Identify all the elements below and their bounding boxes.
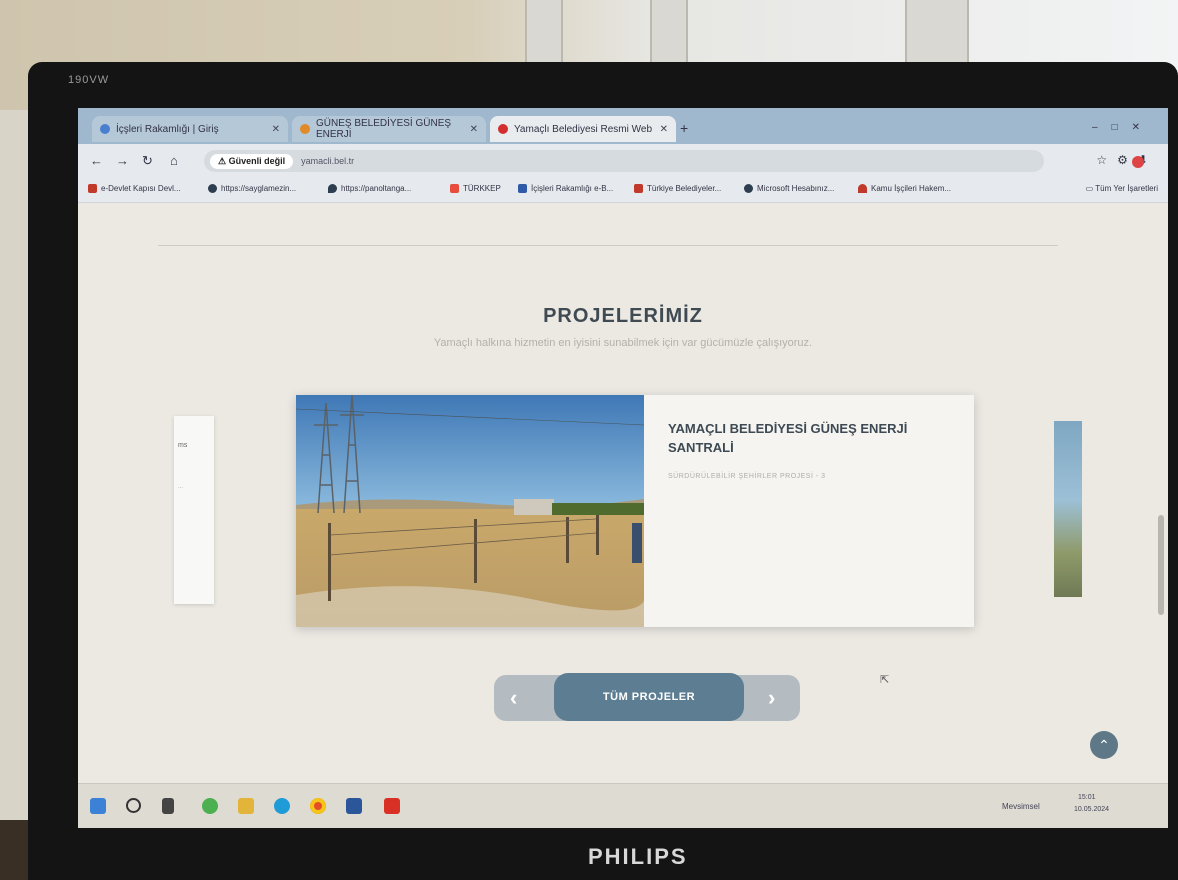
tray-date[interactable]: 10.05.2024	[1074, 806, 1109, 813]
bookmark-label: https://panoltanga...	[341, 184, 412, 193]
tab-favicon-icon	[100, 124, 110, 134]
bookmark-label: Kamu İşçileri Hakem...	[871, 184, 952, 193]
web-page: PROJELERİMİZ Yamaçlı halkına hizmetin en…	[78, 203, 1168, 783]
bookmark-item[interactable]: Kamu İşçileri Hakem...	[858, 184, 951, 193]
bookmark-icon	[518, 184, 527, 193]
project-title[interactable]: YAMAÇLI BELEDİYESİ GÜNEŞ ENERJİ SANTRALİ	[668, 419, 958, 457]
warning-icon: ⚠	[218, 155, 229, 166]
edge-browser-icon[interactable]	[274, 798, 290, 814]
task-view-icon[interactable]	[162, 798, 174, 814]
bookmark-icon	[450, 184, 459, 193]
close-icon[interactable]: ✕	[660, 124, 668, 135]
tab-strip: İçşleri Rakamlığı | Giriş ✕ GÜNEŞ BELEDİ…	[78, 108, 1168, 144]
acrobat-icon[interactable]	[384, 798, 400, 814]
profile-avatar-icon[interactable]	[1132, 156, 1144, 168]
tab-favicon-icon	[300, 124, 310, 134]
section-divider	[158, 245, 1058, 246]
url-text: yamacli.bel.tr	[301, 156, 355, 166]
file-explorer-icon[interactable]	[238, 798, 254, 814]
bookmark-item[interactable]: e-Devlet Kapısı Devl...	[88, 184, 181, 193]
search-icon[interactable]	[126, 798, 141, 813]
carousel-next-card[interactable]	[1054, 421, 1082, 597]
tab-label: Yamaçlı Belediyesi Resmi Web	[514, 123, 653, 135]
window-controls[interactable]: –□✕	[1092, 122, 1154, 133]
folder-icon: ▭	[1085, 184, 1096, 193]
bookmark-icon	[634, 184, 643, 193]
bookmarks-folder[interactable]: ▭ Tüm Yer İşaretleri	[1086, 184, 1158, 193]
tab-label: İçşleri Rakamlığı | Giriş	[116, 123, 219, 135]
browser-toolbar: ← → ↻ ⌂ ⚠ Güvenli değil yamacli.bel.tr ☆…	[78, 144, 1168, 178]
bookmark-item[interactable]: Microsoft Hesabınız...	[744, 184, 834, 193]
tab-2[interactable]: GÜNEŞ BELEDİYESİ GÜNEŞ ENERJİ ✕	[292, 116, 486, 142]
bookmark-item[interactable]: TÜRKKEP	[450, 184, 501, 193]
security-chip[interactable]: ⚠ Güvenli değil	[210, 153, 294, 169]
featured-project-card[interactable]: YAMAÇLI BELEDİYESİ GÜNEŞ ENERJİ SANTRALİ…	[296, 395, 974, 627]
screen: İçşleri Rakamlığı | Giriş ✕ GÜNEŞ BELEDİ…	[78, 108, 1168, 828]
mouse-cursor-icon: ⇱	[880, 674, 890, 686]
back-icon[interactable]: ←	[90, 153, 103, 168]
close-icon[interactable]: ✕	[272, 124, 280, 135]
tray-time[interactable]: 15:01	[1078, 794, 1096, 801]
solar-field-image	[296, 395, 644, 627]
chevron-up-icon: ⌃	[1098, 736, 1110, 753]
bookmark-item[interactable]: İçişleri Rakamlığı e-B...	[518, 184, 613, 193]
toolbar-extension-icons[interactable]: ☆⚙⬇	[1096, 153, 1158, 167]
scroll-to-top-button[interactable]: ⌃	[1090, 731, 1118, 759]
prev-card-text: ms	[178, 442, 188, 449]
chrome-browser-icon[interactable]	[310, 798, 326, 814]
prev-card-text: ...	[178, 484, 184, 490]
monitor-bezel: 190VW PHILIPS İçşleri Rakamlığı | Giriş …	[28, 62, 1178, 880]
reload-icon[interactable]: ↻	[142, 153, 153, 169]
bookmark-icon	[744, 184, 753, 193]
bookmark-icon	[88, 184, 97, 193]
forward-icon[interactable]: →	[116, 153, 129, 168]
bookmark-label: https://sayglamezin...	[221, 184, 297, 193]
monitor-model: 190VW	[68, 74, 110, 86]
bookmark-icon	[208, 184, 217, 193]
new-tab-button[interactable]: +	[680, 120, 688, 136]
bookmark-label: TÜRKKEP	[463, 184, 501, 193]
tab-3-active[interactable]: Yamaçlı Belediyesi Resmi Web ✕	[490, 116, 676, 142]
bookmarks-bar: e-Devlet Kapısı Devl... https://sayglame…	[78, 178, 1168, 203]
bookmarks-folder-label: Tüm Yer İşaretleri	[1095, 184, 1158, 193]
bookmark-item[interactable]: https://panoltanga...	[328, 184, 411, 193]
windows-start-icon[interactable]	[90, 798, 106, 814]
tab-label: GÜNEŞ BELEDİYESİ GÜNEŞ ENERJİ	[316, 118, 452, 140]
cloud-icon	[858, 184, 867, 193]
close-icon[interactable]: ✕	[470, 124, 478, 135]
home-icon[interactable]: ⌂	[170, 153, 178, 168]
chevron-right-icon[interactable]: ›	[768, 685, 775, 711]
carousel-prev-card[interactable]: ms ...	[174, 416, 214, 604]
bookmark-item[interactable]: https://sayglamezin...	[208, 184, 296, 193]
windows-taskbar: Mevsimsel 15:01 10.05.2024	[78, 783, 1168, 828]
project-photo	[296, 395, 644, 627]
chevron-left-icon[interactable]: ‹	[510, 685, 517, 711]
address-bar[interactable]: ⚠ Güvenli değil yamacli.bel.tr	[204, 150, 1044, 172]
all-projects-button[interactable]: TÜM PROJELER	[554, 673, 744, 721]
bookmark-label: İçişleri Rakamlığı e-B...	[531, 184, 614, 193]
tray-weather[interactable]: Mevsimsel	[1002, 802, 1040, 811]
section-subtitle: Yamaçlı halkına hizmetin en iyisini suna…	[433, 337, 813, 349]
project-category: SÜRDÜRÜLEBİLİR ŞEHİRLER PROJESİ - 3	[668, 473, 826, 480]
tab-favicon-icon	[498, 124, 508, 134]
security-label: Güvenli değil	[228, 155, 286, 166]
section-title: PROJELERİMİZ	[543, 305, 703, 327]
word-icon[interactable]	[346, 798, 362, 814]
page-scrollbar[interactable]	[1158, 515, 1164, 615]
bookmark-label: e-Devlet Kapısı Devl...	[101, 184, 181, 193]
location-pin-icon	[328, 184, 337, 193]
bookmark-label: Microsoft Hesabınız...	[757, 184, 835, 193]
tab-1[interactable]: İçşleri Rakamlığı | Giriş ✕	[92, 116, 288, 142]
bookmark-label: Türkiye Belediyeler...	[647, 184, 722, 193]
widgets-icon[interactable]	[202, 798, 218, 814]
monitor-brand: PHILIPS	[588, 844, 688, 869]
bookmark-item[interactable]: Türkiye Belediyeler...	[634, 184, 721, 193]
